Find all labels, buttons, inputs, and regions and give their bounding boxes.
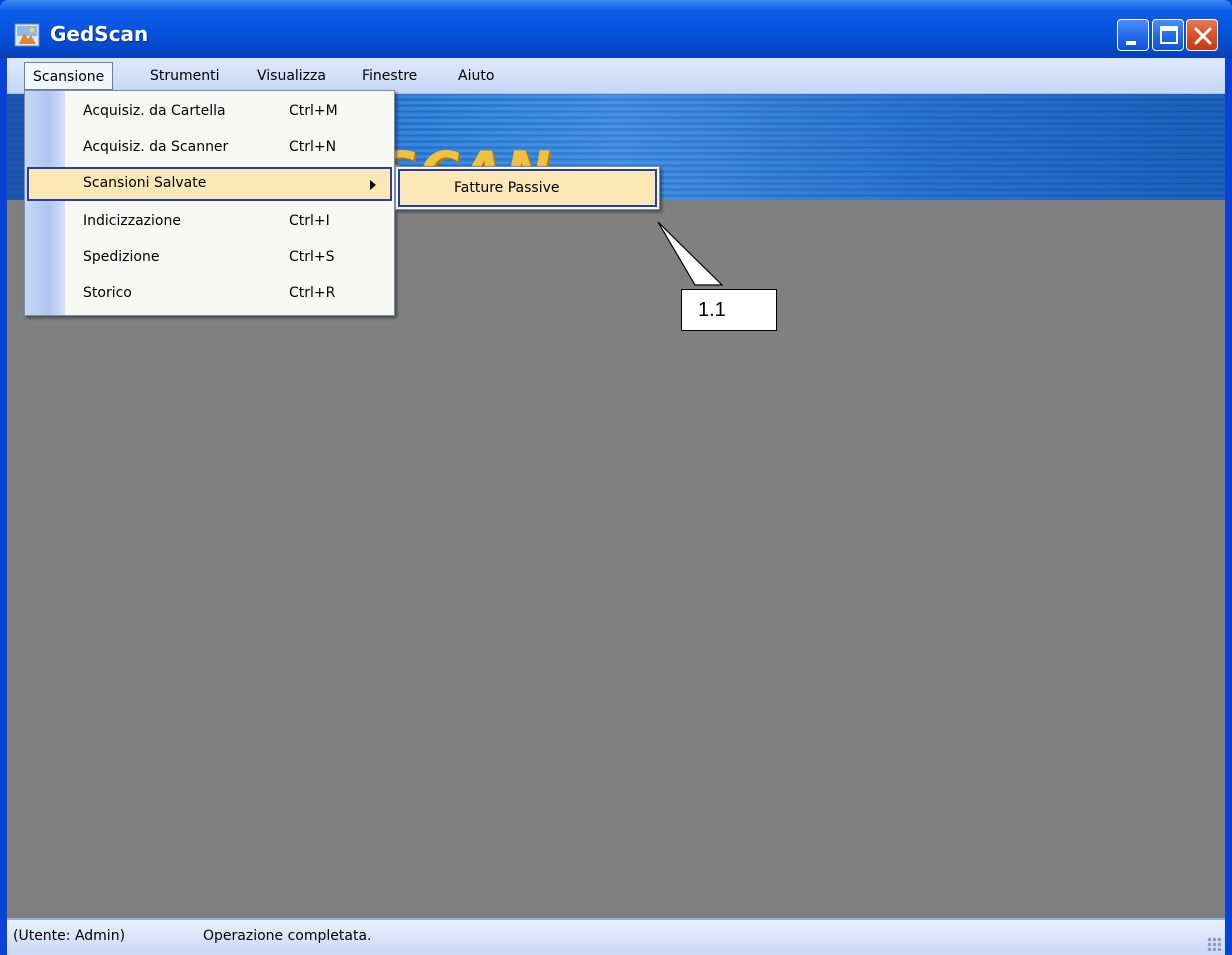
callout-pointer — [657, 221, 724, 286]
callout-label: 1.1 — [681, 289, 777, 331]
app-window: GedScan Scansione Strumenti Visualizza F… — [0, 0, 1232, 955]
